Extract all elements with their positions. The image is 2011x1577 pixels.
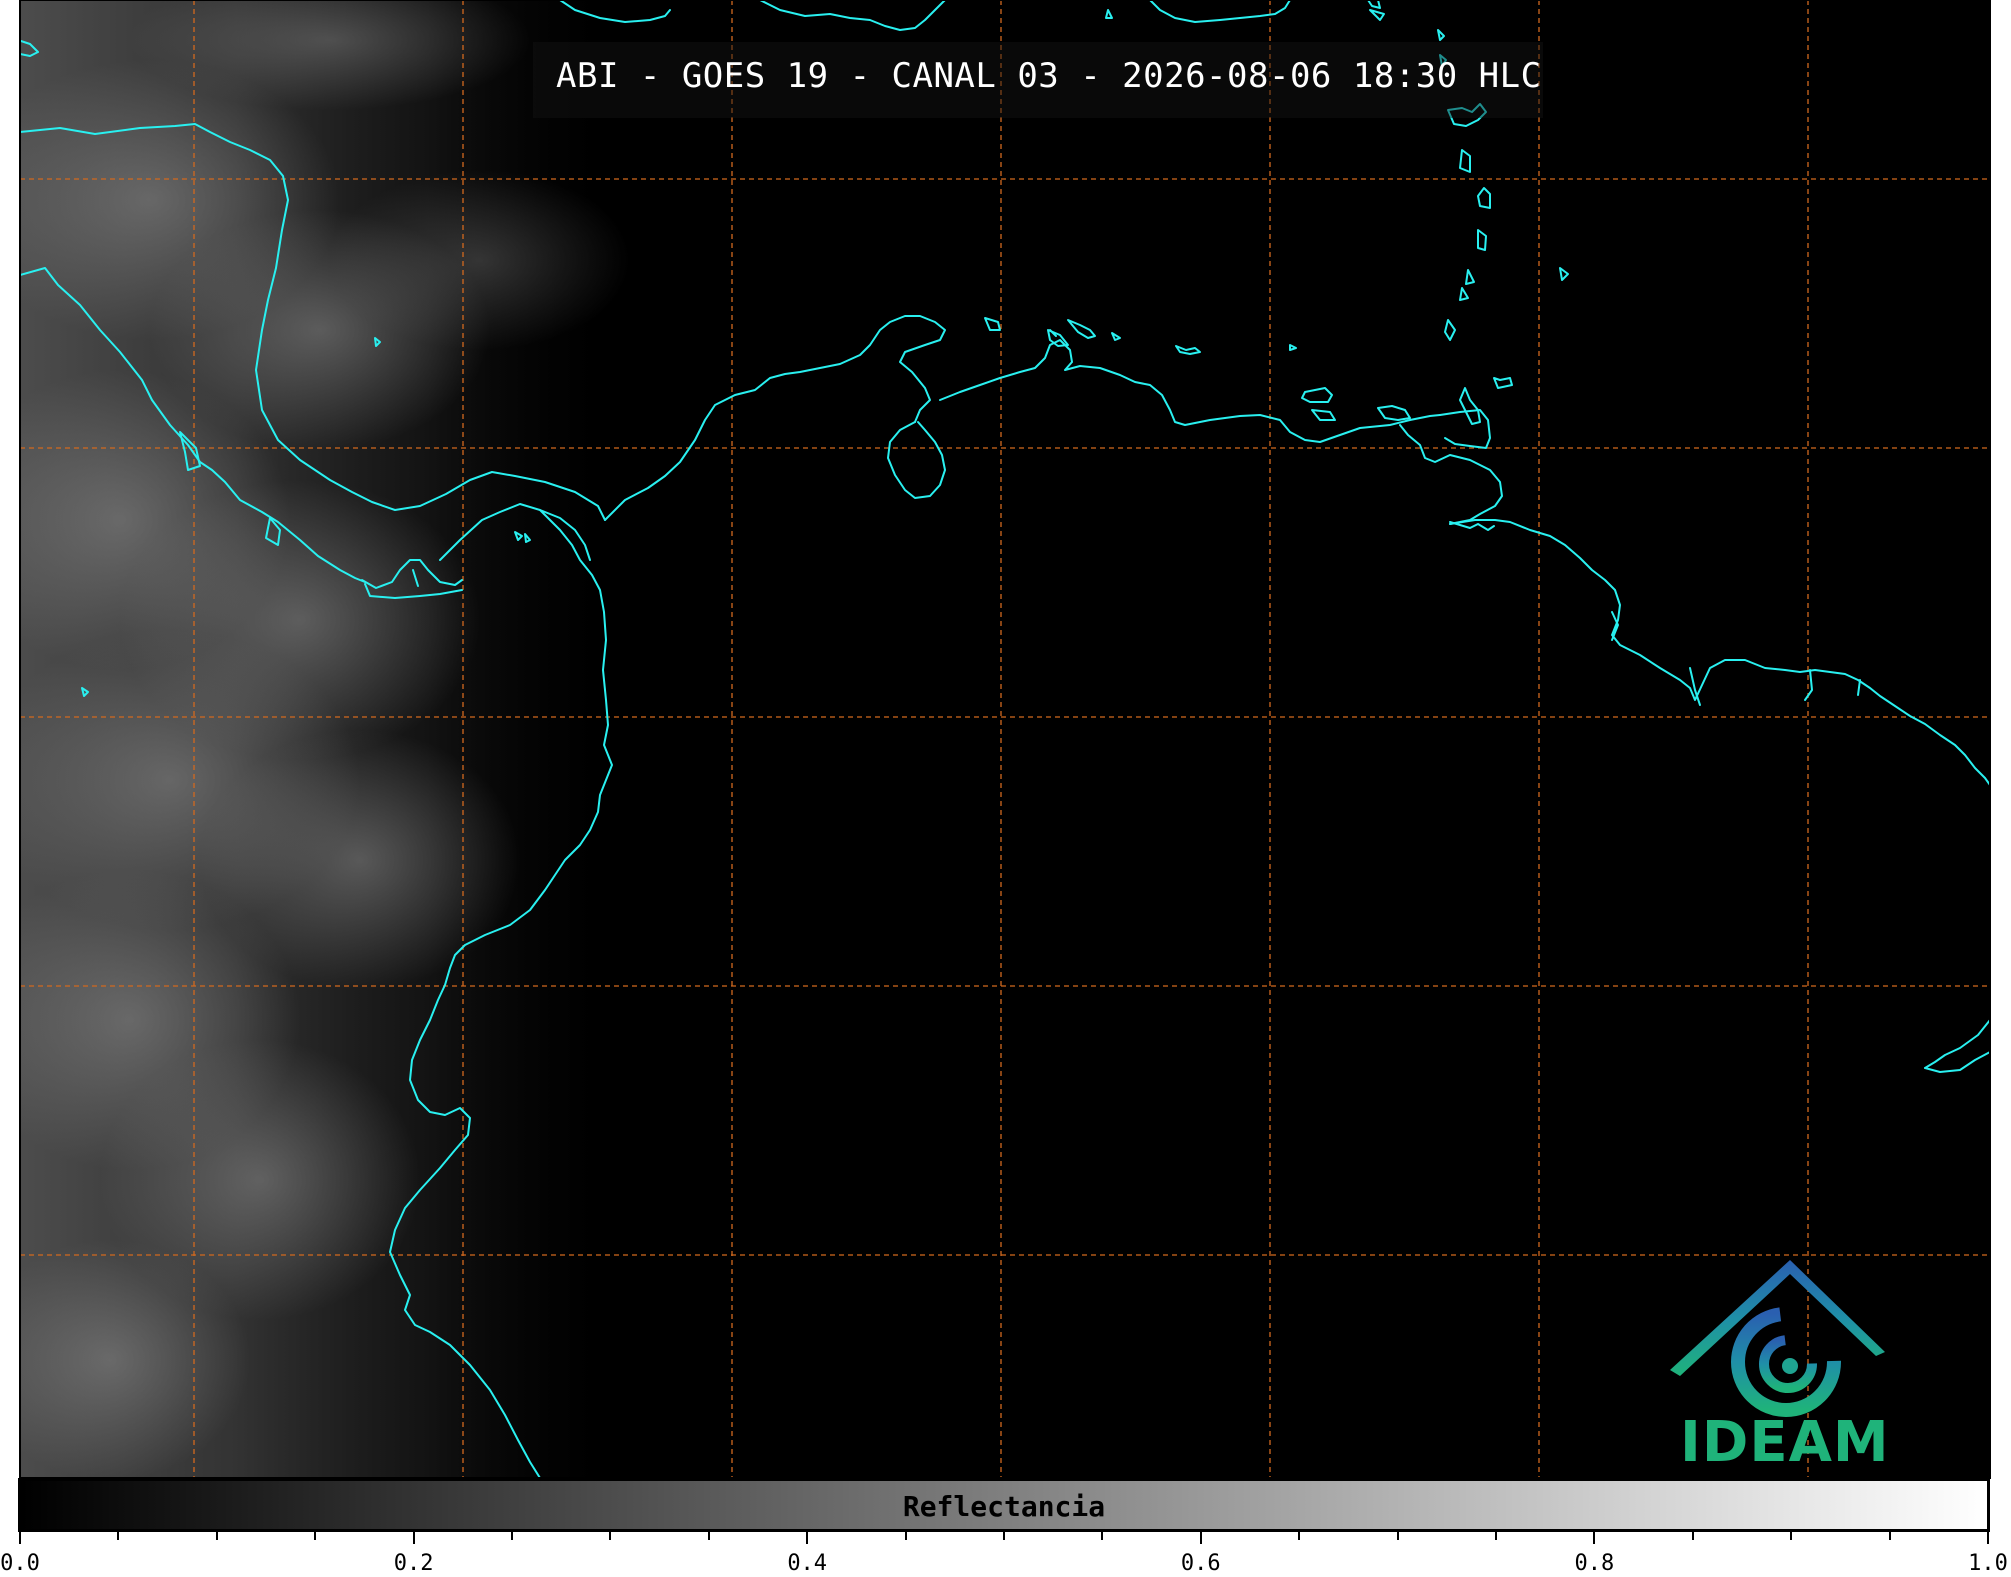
cloud-imagery bbox=[20, 0, 1220, 1478]
colorbar-tick bbox=[1199, 1532, 1202, 1544]
colorbar-tick bbox=[511, 1532, 513, 1540]
colorbar-tick bbox=[1790, 1532, 1793, 1540]
colorbar-tick-label: 0.2 bbox=[393, 1551, 434, 1576]
colorbar-tick bbox=[1396, 1532, 1399, 1540]
colorbar-tick bbox=[1101, 1532, 1104, 1540]
colorbar-tick bbox=[1987, 1532, 1989, 1544]
colorbar-label: Reflectancia bbox=[902, 1490, 1106, 1523]
colorbar-tick bbox=[19, 1532, 21, 1544]
colorbar-tick bbox=[806, 1532, 809, 1544]
colorbar-tick-label: 0.0 bbox=[0, 1551, 40, 1576]
ideam-logo-text: IDEAM bbox=[1680, 1410, 1890, 1475]
colorbar-tick bbox=[1691, 1532, 1694, 1540]
colorbar-tick-label: 0.8 bbox=[1574, 1551, 1615, 1576]
colorbar-tick bbox=[609, 1532, 612, 1540]
colorbar-tick-label: 0.6 bbox=[1180, 1551, 1221, 1576]
colorbar-tick-label: 1.0 bbox=[1968, 1551, 2008, 1576]
colorbar-tick bbox=[904, 1532, 907, 1540]
colorbar-tick bbox=[412, 1532, 415, 1544]
colorbar-tick bbox=[707, 1532, 710, 1540]
colorbar-tick bbox=[1495, 1532, 1497, 1540]
colorbar-tick-label: 0.4 bbox=[787, 1551, 828, 1576]
reflectance-colorbar: Reflectancia bbox=[18, 1478, 1990, 1532]
colorbar-tick bbox=[117, 1532, 120, 1540]
colorbar-tick bbox=[1298, 1532, 1301, 1540]
colorbar-tick bbox=[1003, 1532, 1005, 1540]
colorbar-tick bbox=[314, 1532, 317, 1540]
colorbar-tick bbox=[215, 1532, 218, 1540]
colorbar-tick bbox=[1888, 1532, 1891, 1540]
map-title: ABI - GOES 19 - CANAL 03 - 2026-08-06 18… bbox=[556, 56, 1542, 96]
colorbar-tick bbox=[1593, 1532, 1596, 1544]
